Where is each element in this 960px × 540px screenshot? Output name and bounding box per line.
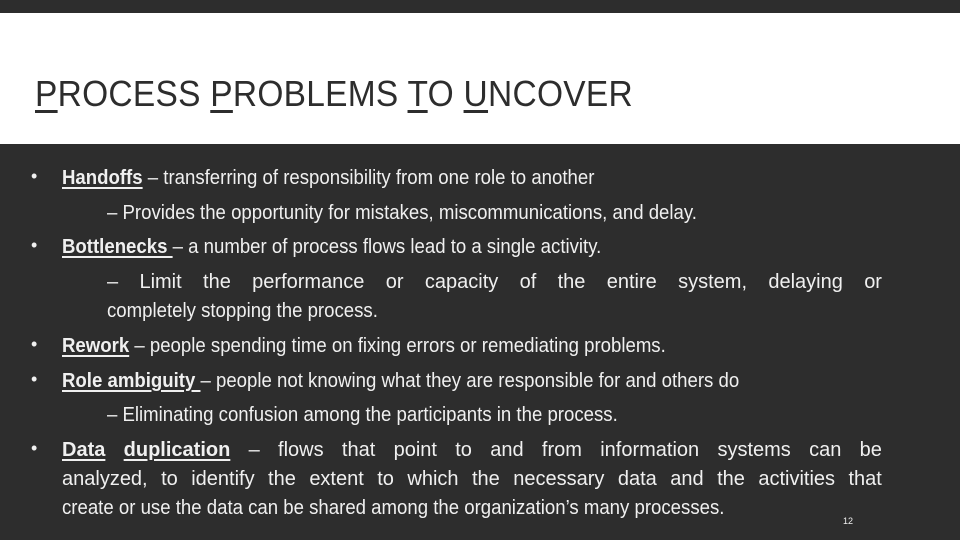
bullet-icon: •: [31, 235, 38, 255]
sub-bullet-bottlenecks: – Limit the performance or capacity of the entir…: [107, 270, 882, 294]
bullet-data-duplication-line3: create or use the data can be shared amo…: [62, 497, 725, 519]
word: capacity: [424, 271, 499, 293]
word: the: [557, 271, 586, 293]
sub-bullet-bottlenecks-cont: completely stopping the process.: [107, 300, 378, 322]
word: of: [519, 271, 537, 293]
word: the: [471, 468, 500, 490]
word: delaying: [768, 271, 843, 293]
term-handoffs: Handoffs: [62, 167, 143, 189]
slide: PROCESS PROBLEMS TO UNCOVER • Handoffs –…: [0, 0, 960, 540]
word: data: [617, 468, 657, 490]
word: that: [341, 439, 376, 461]
bullet-icon: •: [31, 334, 38, 354]
bullet-icon: •: [31, 438, 38, 458]
term-rework: Rework: [62, 335, 130, 357]
term-duplication: duplication: [123, 439, 231, 461]
word: and: [670, 468, 704, 490]
word: the: [203, 271, 231, 293]
word: analyzed,: [62, 468, 148, 490]
bullet-text: – a number of process flows lead to a si…: [172, 236, 602, 258]
word: or: [385, 271, 404, 293]
word: which: [407, 468, 459, 490]
sub-bullet-role-ambiguity: – Eliminating confusion among the partic…: [107, 404, 618, 426]
word: the: [268, 468, 296, 490]
word: activities: [758, 468, 836, 490]
word: be: [859, 439, 882, 461]
word: the: [717, 468, 745, 490]
word: to: [455, 439, 472, 461]
sub-bullet-handoffs: – Provides the opportunity for mistakes,…: [107, 202, 697, 224]
word: to: [377, 468, 394, 490]
word: performance: [252, 271, 365, 293]
bullet-text: – people not knowing what they are respo…: [200, 370, 740, 392]
term-role-ambiguity: Role ambiguity: [62, 370, 201, 392]
word: –: [248, 439, 260, 461]
bullet-role-ambiguity: Role ambiguity – people not knowing what…: [62, 369, 739, 393]
bullet-handoffs: Handoffs – transferring of responsibilit…: [62, 166, 594, 190]
word: information: [600, 439, 700, 461]
word: can: [809, 439, 842, 461]
word: to: [161, 468, 178, 490]
word: and: [490, 439, 524, 461]
slide-body: • Handoffs – transferring of responsibil…: [0, 0, 960, 540]
word: from: [541, 439, 582, 461]
word: necessary: [513, 468, 605, 490]
word: point: [393, 439, 437, 461]
word: identify: [191, 468, 255, 490]
bullet-data-duplication-line2: analyzed, to identify the extent to which the ne…: [62, 467, 882, 491]
term-data: Data: [62, 439, 106, 461]
word: extent: [309, 468, 364, 490]
word: entire: [606, 271, 657, 293]
page-number: 12: [843, 516, 854, 526]
term-bottlenecks: Bottlenecks: [62, 236, 173, 258]
word: that: [848, 468, 882, 490]
bullet-icon: •: [31, 166, 38, 186]
word: systems: [717, 439, 791, 461]
bullet-text: – people spending time on fixing errors …: [129, 335, 666, 357]
word: or: [864, 271, 882, 293]
bullet-icon: •: [31, 369, 38, 389]
word: Limit: [139, 271, 182, 293]
word: flows: [278, 439, 324, 461]
bullet-data-duplication: Data duplication – flows that point to and fro…: [62, 438, 882, 462]
bullet-bottlenecks: Bottlenecks – a number of process flows …: [62, 235, 601, 259]
bullet-rework: Rework – people spending time on fixing …: [62, 334, 666, 358]
word: system,: [678, 271, 748, 293]
word: –: [107, 271, 119, 293]
bullet-text: – transferring of responsibility from on…: [142, 167, 595, 189]
